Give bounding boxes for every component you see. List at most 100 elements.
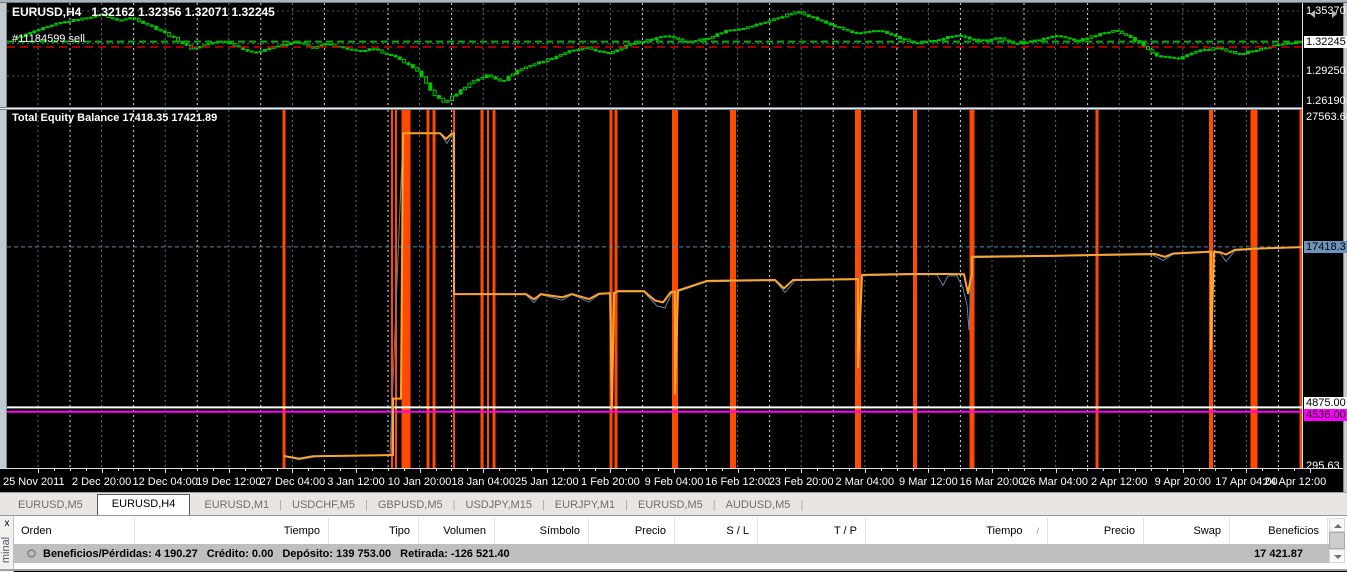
time-axis-label: 12 Dec 04:00 — [132, 476, 197, 488]
price-pane-title: EURUSD,H4 1.32162 1.32356 1.32071 1.3224… — [12, 5, 275, 19]
account-summary-row[interactable]: Beneficios/Pérdidas: 4 190.27 Crédito: 0… — [14, 544, 1329, 563]
time-axis-label: 1 Feb 20:00 — [581, 476, 640, 488]
column-header-s-l[interactable]: S / L — [675, 518, 758, 544]
column-header-orden[interactable]: Orden — [14, 518, 135, 544]
chart-tab-eurusd-m1[interactable]: EURUSD,M1 — [194, 496, 279, 515]
time-minor-tick — [1278, 469, 1279, 471]
time-axis-label: 16 Feb 12:00 — [705, 476, 770, 488]
summary-deposit: Depósito: 139 753.00 — [282, 548, 391, 560]
time-axis-label: 19 Dec 12:00 — [196, 476, 261, 488]
time-major-tick — [1183, 469, 1184, 473]
time-minor-tick — [658, 469, 659, 471]
time-axis-label: 23 Feb 20:00 — [769, 476, 834, 488]
equity-indicator-pane[interactable]: Total Equity Balance 17418.35 17421.89 — [7, 110, 1302, 468]
terminal-scrollbar[interactable] — [1329, 518, 1345, 563]
summary-profit-loss: Beneficios/Pérdidas: 4 190.27 — [43, 548, 198, 560]
time-minor-tick — [388, 469, 389, 471]
column-header-volumen[interactable]: Volumen — [419, 518, 495, 544]
terminal-panel: x minal OrdenTiempoTipoVolumenSímboloPre… — [0, 515, 1347, 571]
price-scale: 1.353701.292501.261901.3224527563.68295.… — [1302, 3, 1343, 468]
terminal-tab-label[interactable]: minal — [0, 530, 12, 570]
summary-total-profit: 17 421.87 — [1254, 548, 1303, 560]
time-major-tick — [1246, 469, 1247, 473]
current-equity-tag: 17418.3 — [1304, 241, 1347, 253]
price-chart-pane[interactable]: EURUSD,H4 1.32162 1.32356 1.32071 1.3224… — [7, 3, 1302, 107]
time-major-tick — [928, 469, 929, 473]
time-minor-tick — [706, 469, 707, 471]
column-header-precio[interactable]: Precio — [1048, 518, 1144, 544]
time-minor-tick — [1231, 469, 1232, 471]
column-header-beneficios[interactable]: Beneficios — [1230, 518, 1328, 544]
time-major-tick — [674, 469, 675, 473]
time-minor-tick — [1167, 469, 1168, 471]
time-minor-tick — [626, 469, 627, 471]
time-minor-tick — [197, 469, 198, 471]
equity-level-tag: 4536.00 — [1304, 409, 1347, 421]
time-minor-tick — [595, 469, 596, 471]
time-major-tick — [102, 469, 103, 473]
time-minor-tick — [897, 469, 898, 471]
time-major-tick — [547, 469, 548, 473]
price-tick-label: 1.26190 — [1306, 95, 1346, 107]
chart-tab-audusd-m5[interactable]: AUDUSD,M5 — [716, 496, 801, 515]
time-minor-tick — [642, 469, 643, 471]
time-minor-tick — [340, 469, 341, 471]
time-minor-tick — [1103, 469, 1104, 471]
chart-tab-eurjpy-m1[interactable]: EURJPY,M1 — [545, 496, 625, 515]
tab-scroll-left-icon[interactable] — [1310, 10, 1315, 18]
chart-tab-usdchf-m5[interactable]: USDCHF,M5 — [282, 496, 365, 515]
time-minor-tick — [70, 469, 71, 471]
time-major-tick — [1119, 469, 1120, 473]
time-minor-tick — [404, 469, 405, 471]
scrollbar-thumb[interactable] — [1329, 532, 1345, 549]
current-price-tag: 1.32245 — [1304, 36, 1347, 48]
scroll-down-icon[interactable] — [1329, 549, 1345, 563]
terminal-close-button[interactable]: x — [1, 518, 13, 530]
time-major-tick — [292, 469, 293, 473]
chart-tab-eurusd-m5[interactable]: EURUSD,M5 — [628, 496, 713, 515]
equity-level-tag: 4875.00 — [1304, 397, 1347, 409]
time-minor-tick — [881, 469, 882, 471]
open-order-label: #11184599 sell — [12, 33, 85, 45]
scroll-up-icon[interactable] — [1329, 518, 1345, 532]
summary-withdrawal: Retirada: -126 521.40 — [400, 548, 509, 560]
equity-chart-canvas[interactable] — [7, 110, 1302, 468]
time-minor-tick — [467, 469, 468, 471]
column-header-precio[interactable]: Precio — [589, 518, 675, 544]
time-minor-tick — [1040, 469, 1041, 471]
column-header-s-mbolo[interactable]: Símbolo — [495, 518, 589, 544]
time-major-tick — [1056, 469, 1057, 473]
equity-pane-title: Total Equity Balance 17418.35 17421.89 — [12, 112, 217, 124]
column-header-t-p[interactable]: T / P — [758, 518, 866, 544]
time-minor-tick — [1135, 469, 1136, 471]
time-axis: 25 Nov 20112 Dec 20:0012 Dec 04:0019 Dec… — [0, 468, 1343, 492]
column-header-tiempo[interactable]: Tiempo — [135, 518, 329, 544]
equity-tick-label: 27563.68 — [1306, 111, 1347, 123]
time-major-tick — [38, 469, 39, 473]
chart-tab-gbpusd-m5[interactable]: GBPUSD,M5 — [368, 496, 453, 515]
time-minor-tick — [118, 469, 119, 471]
chart-tab-eurusd-m5[interactable]: EURUSD,M5 — [8, 496, 93, 515]
time-minor-tick — [213, 469, 214, 471]
time-minor-tick — [531, 469, 532, 471]
column-header-tipo[interactable]: Tipo — [329, 518, 419, 544]
chart-tab-usdjpy-m15[interactable]: USDJPY,M15 — [456, 496, 542, 515]
time-axis-label: 18 Jan 04:00 — [451, 476, 515, 488]
time-minor-tick — [1072, 469, 1073, 471]
time-minor-tick — [86, 469, 87, 471]
chart-tab-eurusd-h4[interactable]: EURUSD,H4 — [97, 494, 191, 515]
time-axis-label: 2 Mar 04:00 — [835, 476, 894, 488]
column-header-tiempo[interactable]: Tiempo/ — [866, 518, 1048, 544]
time-axis-label: 27 Dec 04:00 — [260, 476, 325, 488]
chart-tab-bar: EURUSD,M5EURUSD,H4EURUSD,M1|USDCHF,M5|GB… — [0, 492, 1347, 515]
column-header-swap[interactable]: Swap — [1144, 518, 1230, 544]
time-major-tick — [865, 469, 866, 473]
time-minor-tick — [499, 469, 500, 471]
time-minor-tick — [1215, 469, 1216, 471]
time-minor-tick — [769, 469, 770, 471]
time-minor-tick — [579, 469, 580, 471]
terminal-column-header-row: OrdenTiempoTipoVolumenSímboloPrecioS / L… — [14, 518, 1328, 544]
time-minor-tick — [849, 469, 850, 471]
time-minor-tick — [261, 469, 262, 471]
tab-scroll-right-icon[interactable] — [1332, 10, 1337, 18]
